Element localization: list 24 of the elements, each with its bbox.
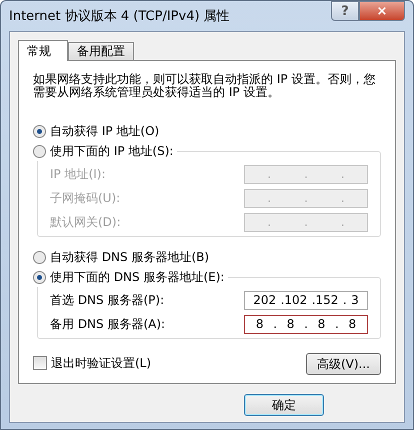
radio-button[interactable] <box>33 144 46 158</box>
radio-label: 使用下面的 DNS 服务器地址(E): <box>50 268 224 286</box>
field-label: 首选 DNS 服务器(P): <box>50 292 164 308</box>
checkbox-label: 退出时验证设置(L) <box>51 354 152 372</box>
field-label: 子网掩码(U): <box>50 190 120 206</box>
radio-label: 自动获得 IP 地址(O) <box>50 122 160 140</box>
checkbox[interactable] <box>33 356 47 370</box>
ip-address-field[interactable]: 8 . 8 . 8 . 8 <box>244 314 368 334</box>
tab[interactable]: 常规 <box>18 40 68 61</box>
tab[interactable]: 备用配置 <box>68 42 134 60</box>
intro-text: 如果网络支持此功能，则可以获取自动指派的 IP 设置。否则，您需要从网络系统管理员处获得适当的 IP 设置。 <box>33 73 376 99</box>
radio-button[interactable] <box>33 124 46 138</box>
help-button[interactable]: ? <box>331 1 359 21</box>
field-label: 备用 DNS 服务器(A): <box>50 316 166 332</box>
ip-address-field[interactable]: 202 .102 .152 . 3 <box>244 290 368 310</box>
ok-button[interactable]: 确定 <box>244 394 324 416</box>
advanced-button[interactable]: 高级(V)... <box>306 353 381 375</box>
radio-button[interactable] <box>33 270 46 284</box>
window-title: Internet 协议版本 4 (TCP/IPv4) 属性 <box>9 8 230 25</box>
field-label: IP 地址(I): <box>50 166 106 182</box>
field-label: 默认网关(D): <box>50 214 121 230</box>
radio-label: 使用下面的 IP 地址(S): <box>50 142 174 160</box>
radio-button[interactable] <box>33 250 46 264</box>
radio-label: 自动获得 DNS 服务器地址(B) <box>50 248 210 266</box>
